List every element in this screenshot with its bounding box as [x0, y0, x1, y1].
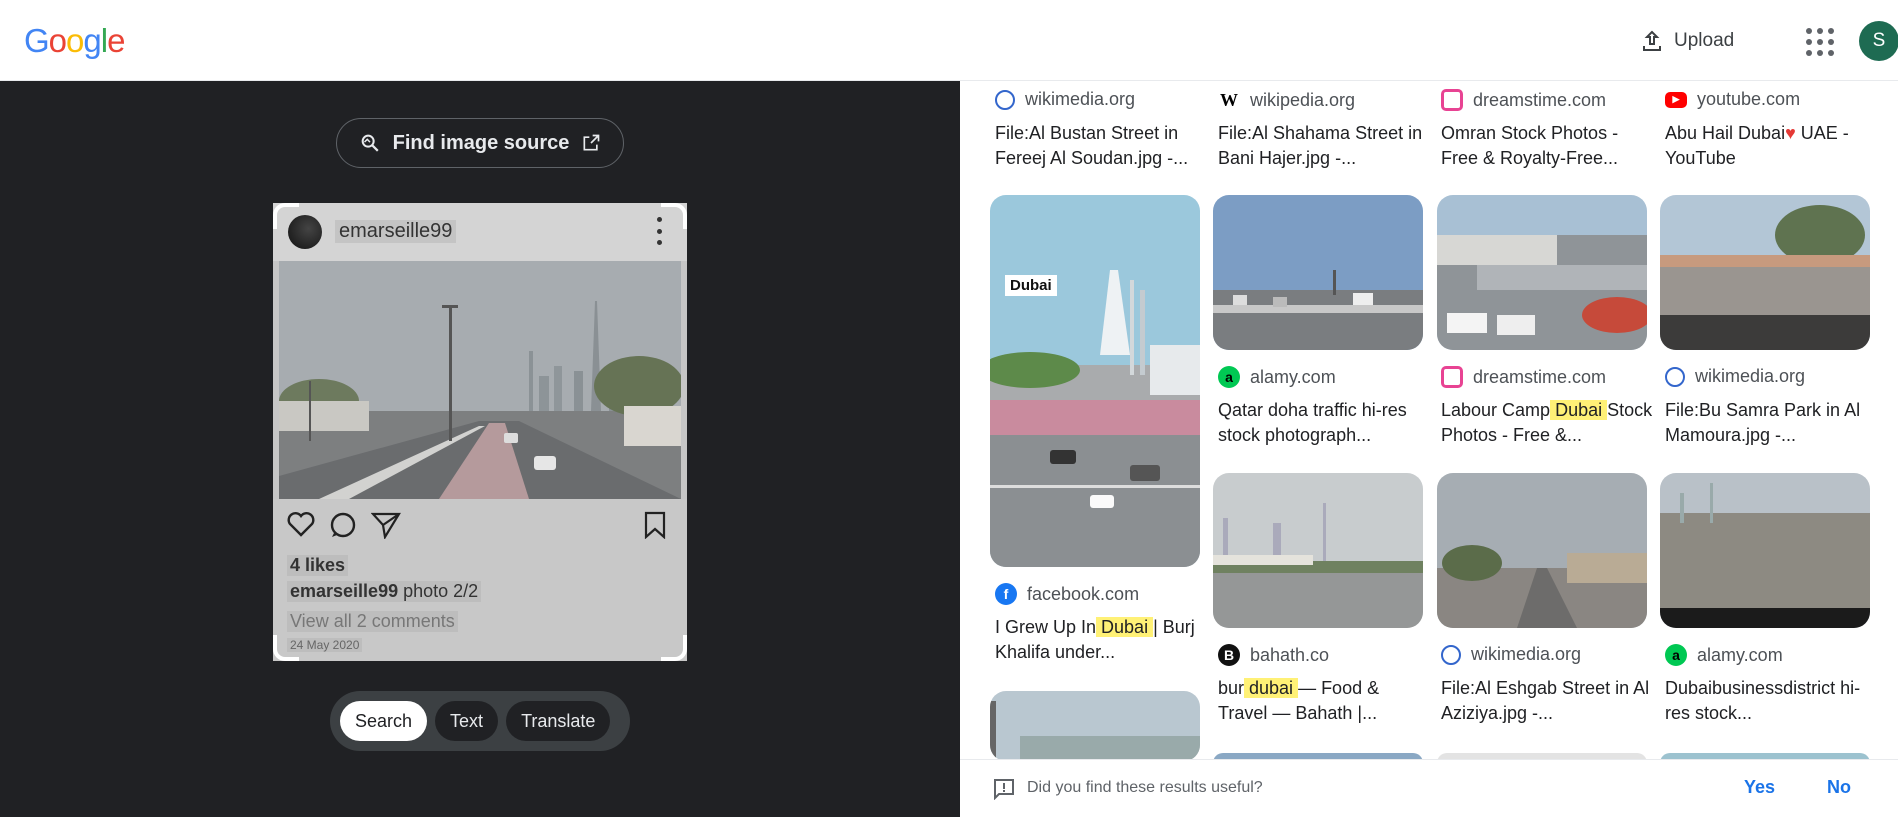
result-source[interactable]: wikimedia.org: [1665, 366, 1805, 387]
post-caption: emarseille99 photo 2/2: [287, 581, 482, 602]
find-image-source-button[interactable]: Find image source: [336, 118, 624, 168]
wikimedia-icon: [1665, 366, 1685, 387]
result-thumbnail[interactable]: [990, 691, 1200, 759]
result-title[interactable]: Qatar doha traffic hi-res stock photogra…: [1218, 398, 1433, 448]
wikipedia-icon: W: [1218, 89, 1240, 111]
result-thumbnail[interactable]: [1213, 195, 1423, 350]
image-text-badge: Dubai: [1005, 275, 1057, 296]
street-photo: [279, 261, 681, 499]
open-in-new-icon: [583, 134, 600, 151]
top-bar: Google Upload S: [0, 0, 1898, 81]
feedback-no-button[interactable]: No: [1827, 777, 1851, 798]
wikimedia-icon: [1441, 644, 1461, 665]
feedback-icon: [994, 779, 1014, 800]
result-source[interactable]: dreamstime.com: [1441, 89, 1606, 111]
crop-corner-br[interactable]: [661, 635, 687, 661]
find-source-label: Find image source: [392, 131, 570, 154]
bahath-icon: B: [1218, 644, 1240, 666]
upload-icon: [1643, 30, 1661, 51]
post-username: emarseille99: [335, 220, 457, 243]
feedback-question: Did you find these results useful?: [1027, 779, 1263, 796]
text-mode-button[interactable]: Text: [435, 701, 499, 741]
apps-grid-icon[interactable]: [1804, 26, 1834, 56]
result-source[interactable]: wikimedia.org: [995, 89, 1135, 110]
result-title[interactable]: bur dubai — Food & Travel — Bahath |...: [1218, 676, 1433, 726]
bookmark-icon: [644, 511, 666, 539]
result-source[interactable]: a alamy.com: [1665, 644, 1783, 666]
crop-corner-tl[interactable]: [273, 203, 299, 229]
translate-mode-button[interactable]: Translate: [506, 701, 611, 741]
crop-corner-tr[interactable]: [661, 203, 687, 229]
result-title[interactable]: I Grew Up In Dubai | Burj Khalifa under.…: [995, 615, 1210, 665]
feedback-yes-button[interactable]: Yes: [1744, 777, 1775, 798]
alamy-icon: a: [1665, 644, 1687, 666]
comment-icon: [330, 512, 356, 538]
result-thumbnail[interactable]: [1660, 473, 1870, 628]
share-send-icon: [371, 512, 401, 539]
dreamstime-icon: [1441, 366, 1463, 388]
result-title[interactable]: File:Al Bustan Street in Fereej Al Souda…: [995, 121, 1210, 171]
result-thumbnail[interactable]: [1660, 195, 1870, 350]
search-mode-button[interactable]: Search: [340, 701, 428, 741]
mode-selector: Search Text Translate: [330, 691, 630, 751]
dreamstime-icon: [1441, 89, 1463, 111]
youtube-icon: ▶: [1665, 91, 1687, 108]
google-logo[interactable]: Google: [24, 22, 125, 60]
result-thumbnail[interactable]: [1437, 473, 1647, 628]
result-title[interactable]: File:Al Eshgab Street in Al Aziziya.jpg …: [1441, 676, 1656, 726]
selected-image-preview[interactable]: emarseille99 4 likes emarseille99 photo …: [273, 203, 687, 661]
visual-matches-results: wikimedia.org File:Al Bustan Street in F…: [960, 81, 1898, 759]
result-source[interactable]: f facebook.com: [995, 583, 1139, 605]
caption-username: emarseille99: [290, 581, 399, 601]
heart-icon: ♥: [1785, 123, 1796, 143]
like-heart-icon: [287, 512, 315, 537]
post-likes: 4 likes: [287, 555, 349, 576]
result-title[interactable]: Labour Camp Dubai Stock Photos - Free &.…: [1441, 398, 1656, 448]
upload-button[interactable]: Upload: [1640, 22, 1734, 60]
post-actions-area: 4 likes emarseille99 photo 2/2 View all …: [273, 499, 687, 661]
feedback-bar: Did you find these results useful? Yes N…: [960, 759, 1898, 817]
result-source[interactable]: W wikipedia.org: [1218, 89, 1355, 111]
post-header: emarseille99: [273, 203, 687, 261]
view-comments: View all 2 comments: [287, 611, 458, 632]
result-title[interactable]: File:Bu Samra Park in Al Mamoura.jpg -..…: [1665, 398, 1880, 448]
facebook-icon: f: [995, 583, 1017, 605]
result-source[interactable]: dreamstime.com: [1441, 366, 1606, 388]
result-title[interactable]: Dubaibusinessdistrict hi-res stock...: [1665, 676, 1880, 726]
result-thumbnail[interactable]: [1213, 473, 1423, 628]
result-title[interactable]: File:Al Shahama Street in Bani Hajer.jpg…: [1218, 121, 1433, 171]
upload-label: Upload: [1674, 30, 1735, 51]
image-search-icon: [361, 134, 379, 152]
result-source[interactable]: a alamy.com: [1218, 366, 1336, 388]
result-source[interactable]: wikimedia.org: [1441, 644, 1581, 665]
result-source[interactable]: B bahath.co: [1218, 644, 1329, 666]
result-source[interactable]: ▶ youtube.com: [1665, 89, 1800, 110]
alamy-icon: a: [1218, 366, 1240, 388]
result-thumbnail[interactable]: [1437, 195, 1647, 350]
account-avatar[interactable]: S: [1859, 21, 1898, 61]
lens-preview-panel: Find image source emarseille99 4 likes e…: [0, 81, 960, 817]
result-title[interactable]: Omran Stock Photos - Free & Royalty-Free…: [1441, 121, 1656, 171]
crop-corner-bl[interactable]: [273, 635, 299, 661]
result-thumbnail[interactable]: Dubai: [990, 195, 1200, 567]
caption-text: photo 2/2: [403, 581, 479, 601]
result-title[interactable]: Abu Hail Dubai♥ UAE - YouTube: [1665, 121, 1880, 171]
wikimedia-icon: [995, 89, 1015, 110]
